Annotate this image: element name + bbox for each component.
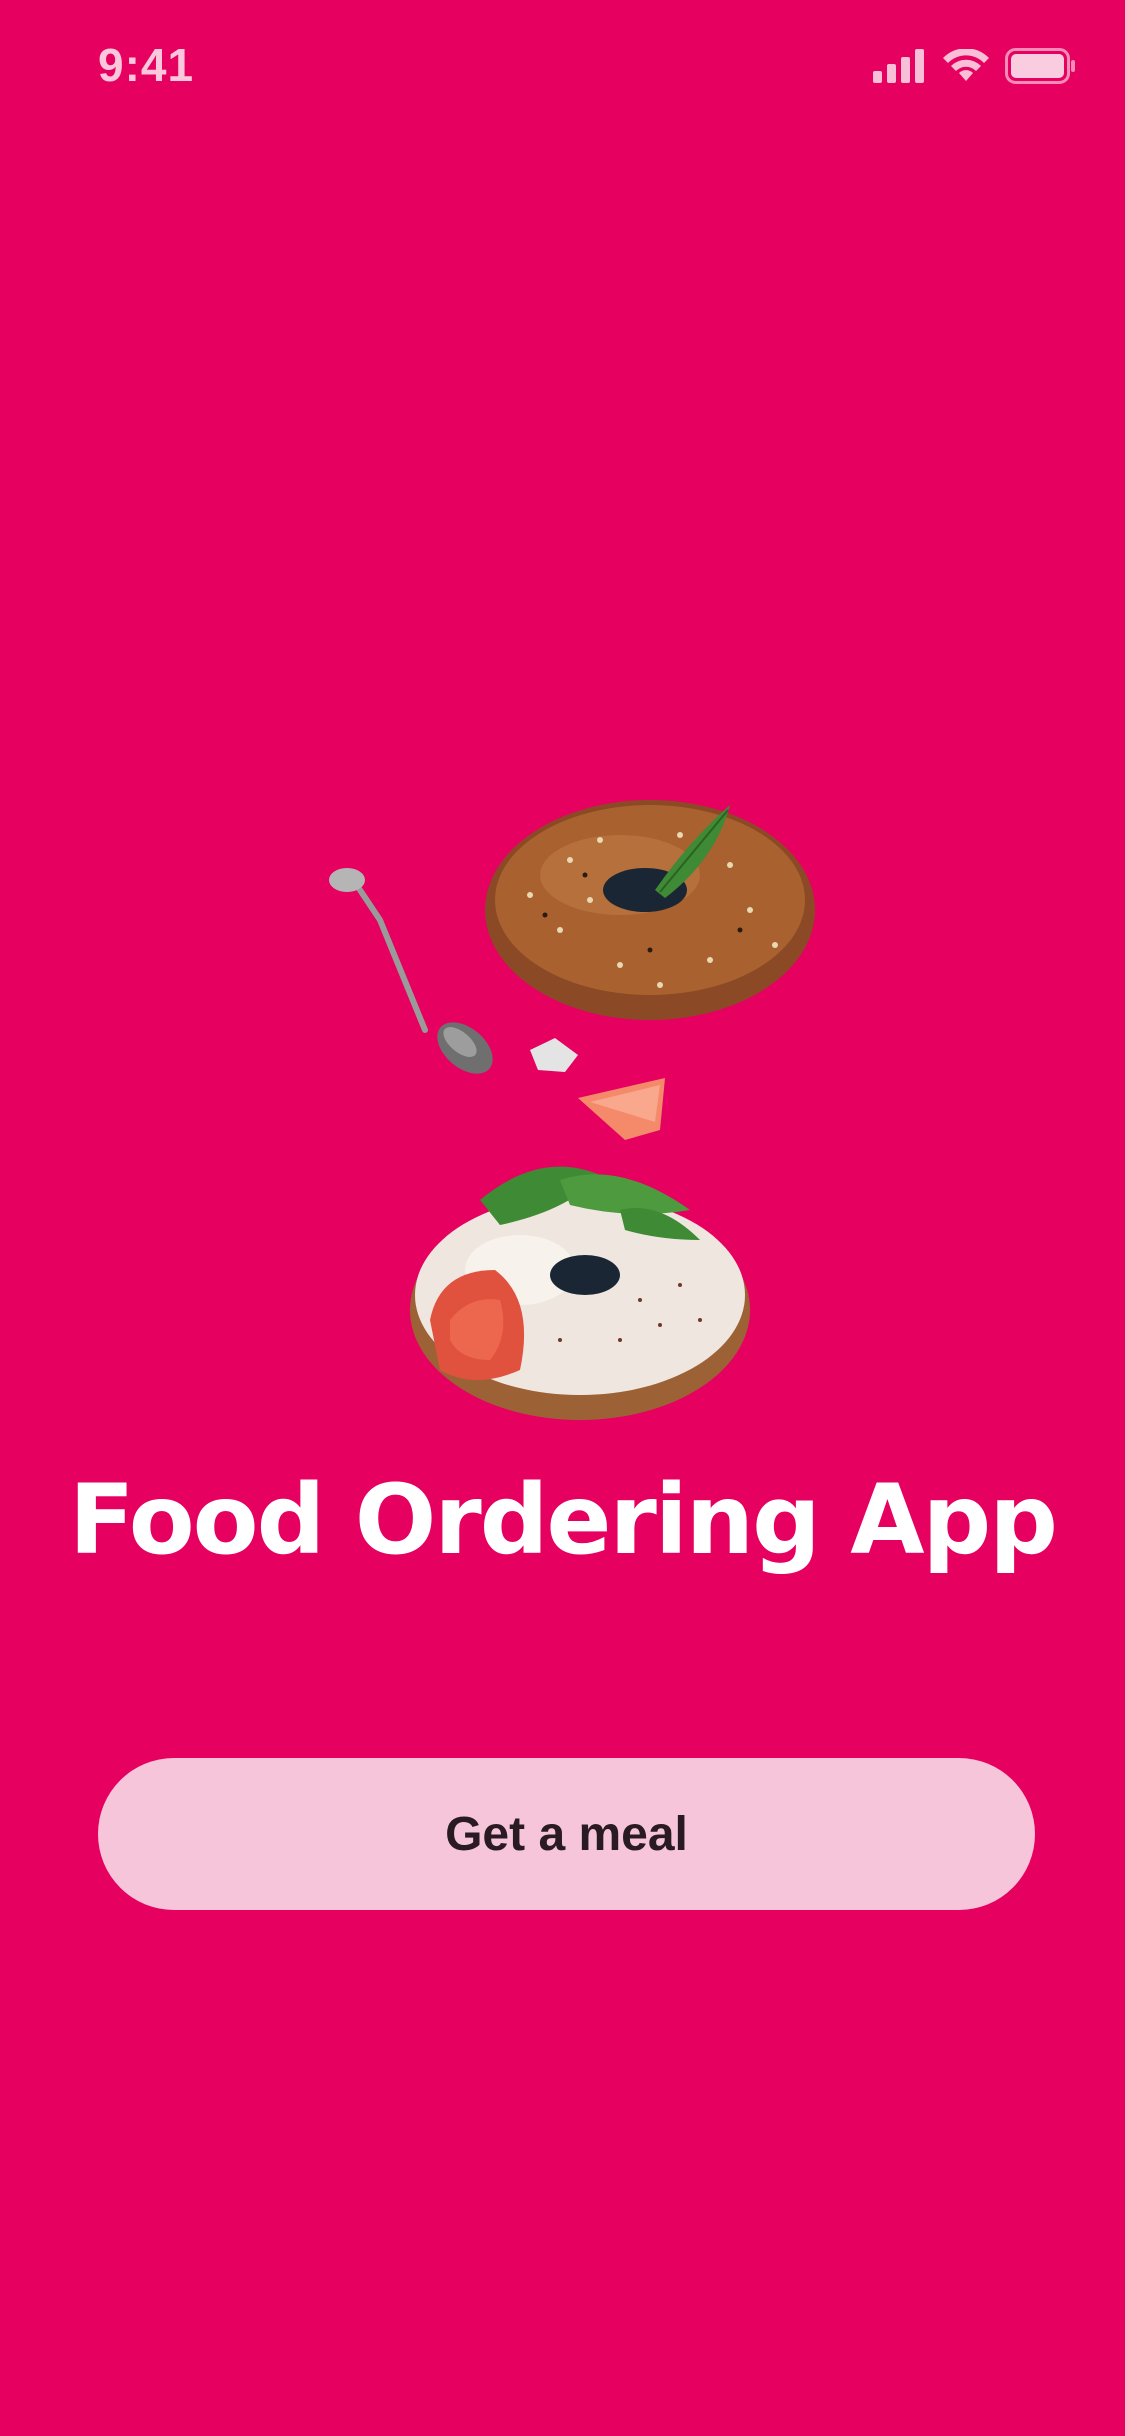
- status-bar: 9:41: [0, 0, 1125, 132]
- battery-icon: [1005, 48, 1077, 84]
- bagel-bottom: [410, 1166, 750, 1420]
- bagel-illustration: [320, 780, 840, 1430]
- get-a-meal-button[interactable]: Get a meal: [98, 1758, 1035, 1910]
- status-time: 9:41: [98, 39, 195, 91]
- bagel-top: [485, 800, 815, 1020]
- status-icons: [873, 48, 1077, 84]
- splash-screen: 9:41 Food Ordering App Get a meal: [0, 0, 1125, 2436]
- spoon-icon: [329, 868, 493, 1074]
- cellular-signal-icon: [873, 49, 927, 83]
- app-title: Food Ordering App: [69, 1464, 1058, 1576]
- wifi-icon: [943, 49, 989, 83]
